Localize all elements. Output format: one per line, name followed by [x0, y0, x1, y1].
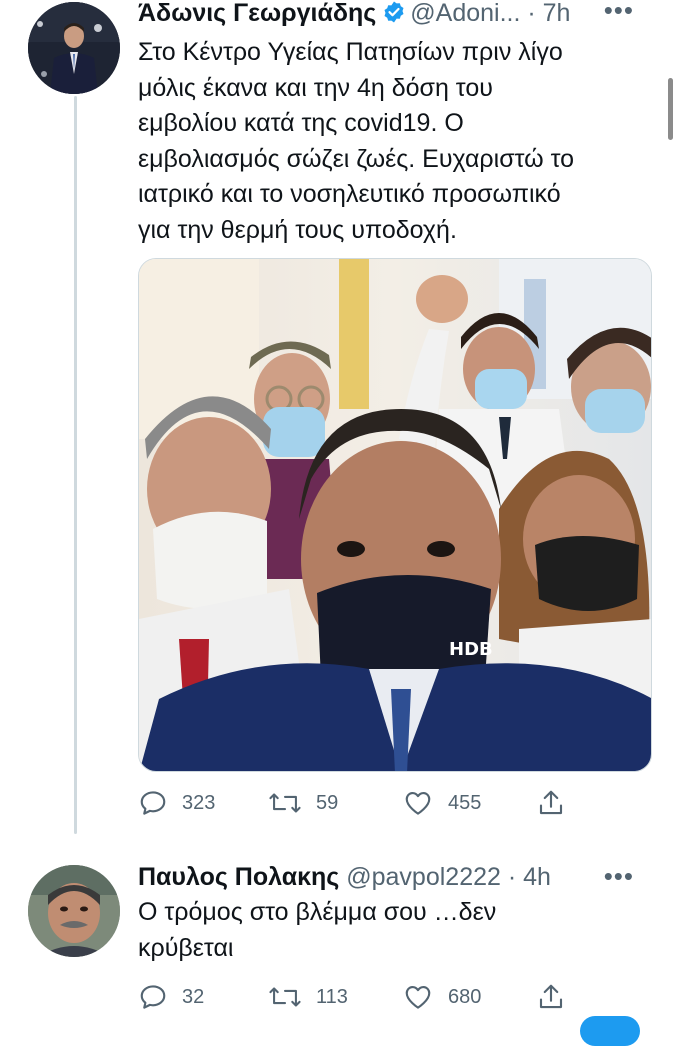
verified-badge-icon: [382, 0, 406, 31]
reply-icon: [140, 985, 166, 1009]
tweet-actions: 32 113 680: [138, 980, 658, 1014]
reply-count: 32: [182, 985, 205, 1008]
more-icon[interactable]: •••: [604, 863, 634, 889]
more-icon[interactable]: •••: [604, 0, 634, 23]
reply-count: 323: [182, 791, 216, 814]
retweet-icon: [269, 793, 301, 813]
scrollbar[interactable]: [668, 78, 673, 140]
author-name[interactable]: Άδωνις Γεωργιάδης: [138, 0, 376, 27]
handle-time: @pavpol2222 · 4h: [346, 863, 551, 891]
like-button[interactable]: 455: [402, 786, 481, 820]
like-icon: [405, 985, 431, 1009]
author-name[interactable]: Παυλος Πολακης: [138, 863, 339, 891]
tweet-header: Άδωνις Γεωργιάδης @Adoni... · 7h: [138, 0, 570, 31]
like-icon: [405, 791, 431, 815]
tweet-header: Παυλος Πολακης @pavpol2222 · 4h: [138, 862, 551, 892]
avatar-pavlos[interactable]: [28, 865, 120, 957]
retweet-count: 59: [316, 791, 339, 814]
share-icon: [539, 790, 563, 815]
share-button[interactable]: [536, 980, 580, 1014]
mask-logo: HDB: [449, 639, 493, 660]
handle-time: @Adoni... · 7h: [410, 0, 571, 27]
retweet-button[interactable]: 59: [268, 786, 338, 820]
reply-button[interactable]: 323: [138, 786, 215, 820]
tweet-text: Ο τρόμος στο βλέμμα σου …δεν κρύβεται: [138, 898, 497, 962]
retweet-count: 113: [316, 985, 348, 1008]
share-button[interactable]: [536, 786, 580, 820]
retweet-button[interactable]: 113: [268, 980, 348, 1014]
reply-icon: [140, 791, 166, 815]
like-button[interactable]: 680: [402, 980, 481, 1014]
tweet-photo[interactable]: HDB: [138, 258, 652, 772]
compose-button[interactable]: [580, 1016, 640, 1046]
like-count: 455: [448, 791, 482, 814]
thread-connector-line: [74, 96, 77, 834]
tweet-text: Στο Κέντρο Υγείας Πατησίων πριν λίγο μόλ…: [138, 38, 575, 244]
reply-button[interactable]: 32: [138, 980, 204, 1014]
tweet-actions: 323 59 455: [138, 786, 658, 820]
retweet-icon: [269, 987, 301, 1007]
like-count: 680: [448, 985, 482, 1008]
share-icon: [539, 984, 563, 1009]
avatar-adonis[interactable]: [28, 2, 120, 94]
